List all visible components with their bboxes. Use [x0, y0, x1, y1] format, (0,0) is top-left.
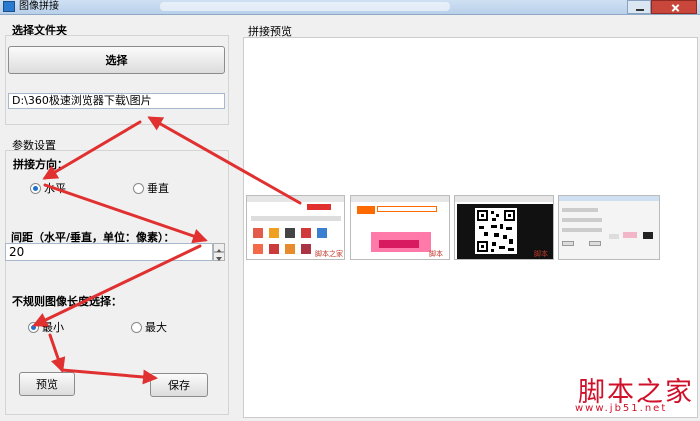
- annotation-arrows: [32, 116, 302, 385]
- site-url: www.jb51.net: [575, 403, 668, 414]
